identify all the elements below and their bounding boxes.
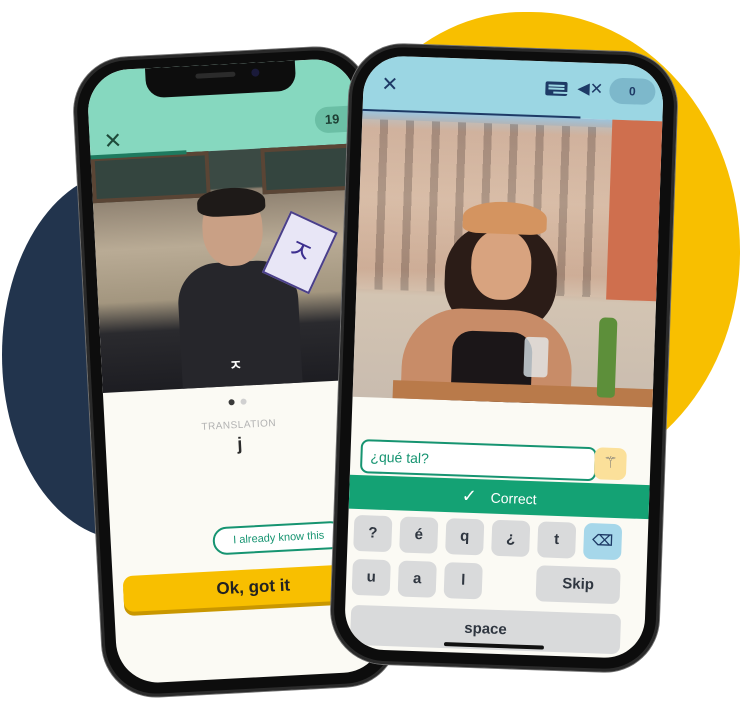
- key[interactable]: l: [443, 562, 483, 600]
- glass-decor: [523, 336, 549, 378]
- bottle-decor: [596, 317, 618, 398]
- already-know-button[interactable]: I already know this: [212, 520, 346, 556]
- key[interactable]: a: [397, 560, 437, 598]
- key[interactable]: u: [351, 558, 391, 597]
- carousel-dot-active[interactable]: [228, 399, 235, 406]
- speaker-figure: [400, 199, 578, 405]
- key[interactable]: ?: [353, 514, 393, 553]
- lesson-video[interactable]: [352, 110, 663, 408]
- skip-button[interactable]: Skip: [535, 565, 621, 605]
- speaker-muted-icon[interactable]: ◀✕: [577, 78, 603, 99]
- answer-input[interactable]: ¿qué tal?: [359, 439, 597, 482]
- score-badge: 0: [608, 77, 656, 106]
- phone-typing-screen: ✕ ◀✕ 0 ¿qué tal? ⚚ ✓ Correct ? é q ¿ t ⌫…: [343, 54, 665, 660]
- feedback-label: Correct: [490, 489, 537, 508]
- key[interactable]: é: [399, 516, 439, 554]
- key[interactable]: q: [445, 518, 485, 556]
- close-icon[interactable]: ✕: [381, 72, 399, 98]
- lesson-video[interactable]: ㅈ ㅈ: [90, 143, 371, 393]
- keyboard-icon[interactable]: [545, 81, 568, 97]
- carousel-dot[interactable]: [240, 398, 247, 405]
- building-decor: [606, 119, 663, 302]
- feedback-bar: ✓ Correct: [348, 474, 650, 520]
- backspace-icon[interactable]: ⌫: [583, 522, 623, 561]
- key[interactable]: ¿: [491, 519, 531, 557]
- check-icon: ✓: [461, 485, 478, 507]
- close-icon[interactable]: ✕: [103, 128, 123, 155]
- phone-typing-exercise: ✕ ◀✕ 0 ¿qué tal? ⚚ ✓ Correct ? é q ¿ t ⌫…: [329, 42, 679, 674]
- key[interactable]: t: [537, 521, 577, 559]
- magic-wand-icon[interactable]: ⚚: [593, 447, 627, 481]
